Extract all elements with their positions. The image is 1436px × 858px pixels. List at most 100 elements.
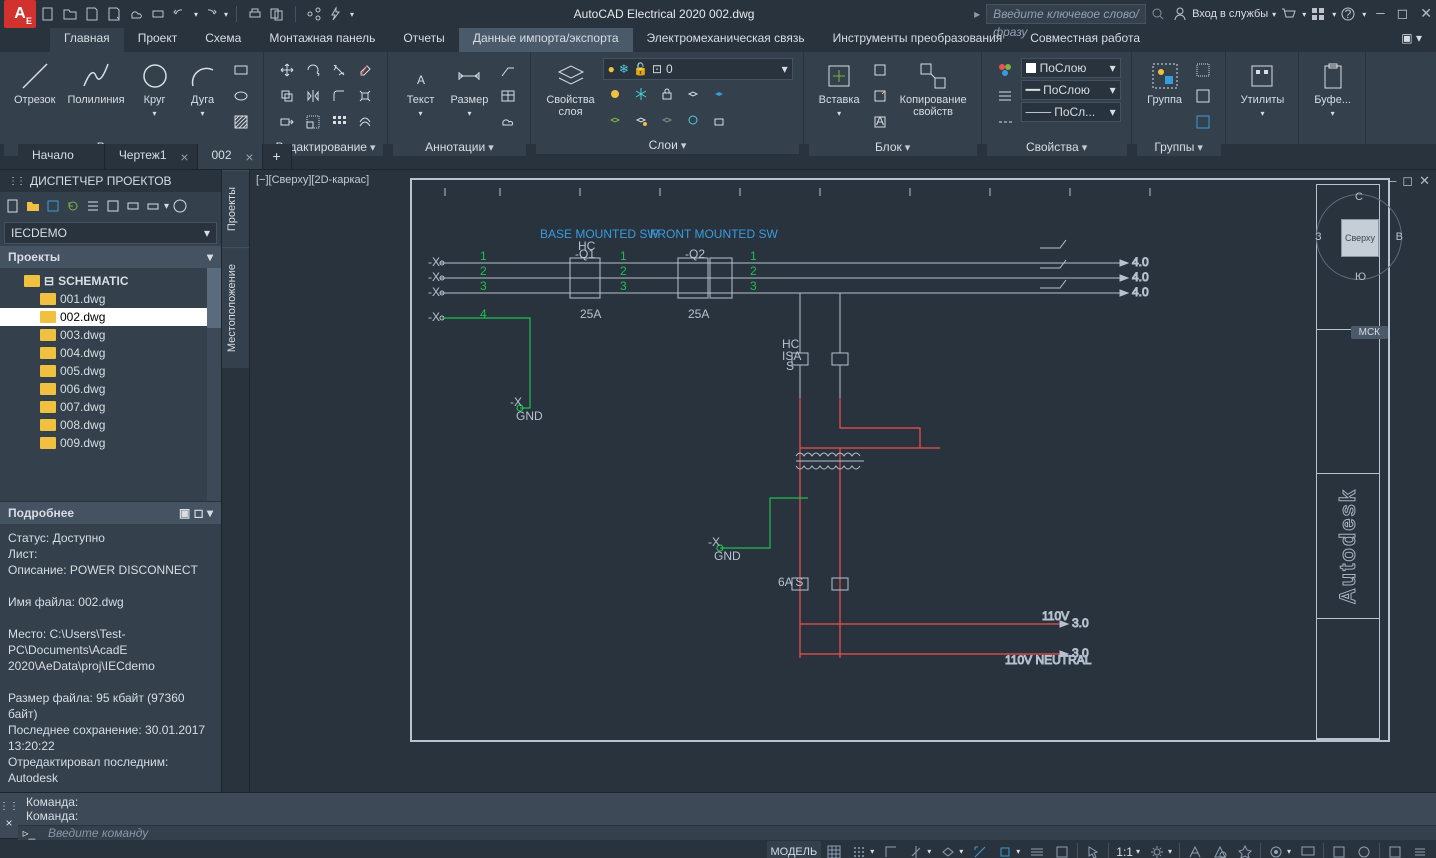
undo-dropdown[interactable]: ▾ [194,10,198,19]
panel-props-title[interactable]: Свойства ▾ [987,138,1127,156]
status-annoauto-icon[interactable] [1233,841,1257,858]
qat-share-icon[interactable] [304,4,324,24]
status-lwt-icon[interactable] [1025,841,1049,858]
signin-label[interactable]: Вход в службы [1192,8,1268,20]
user-icon[interactable] [1170,4,1190,24]
panel-groups-title[interactable]: Группы ▾ [1137,138,1221,156]
tab-convert[interactable]: Инструменты преобразования [819,28,1017,52]
search-icon[interactable] [1148,4,1168,24]
minimize-button[interactable]: — [1376,6,1384,23]
group-edit-icon[interactable] [1191,84,1215,108]
status-model[interactable]: МОДЕЛЬ [767,841,822,858]
sidetab-location[interactable]: Местоположение [222,247,249,368]
clipboard-button[interactable]: Буфе...▾ [1310,58,1355,122]
redo-dropdown[interactable]: ▾ [224,10,228,19]
tab-reports[interactable]: Отчеты [389,28,458,52]
qat-save-icon[interactable] [82,4,102,24]
viewport-label[interactable]: [−][Сверху][2D-каркас] [256,174,369,186]
pm-new-icon[interactable] [4,197,22,215]
pm-help-icon[interactable] [171,197,189,215]
sidetab-projects[interactable]: Проекты [222,170,249,247]
layer-state-icon[interactable] [629,108,653,132]
tab-collab[interactable]: Совместная работа [1016,28,1154,52]
close-button[interactable]: ✕ [1420,6,1432,23]
tree-file[interactable]: 003.dwg [0,326,221,344]
match-props-button[interactable]: Копирование свойств [896,58,971,120]
panel-layers-title[interactable]: Слои ▾ [536,136,798,154]
rect-icon[interactable] [229,58,253,82]
layer-iso-icon[interactable] [681,82,705,106]
ucs-badge[interactable]: МСК [1351,326,1388,339]
dimension-button[interactable]: Размер▾ [447,58,493,122]
tree-file[interactable]: 005.dwg [0,362,221,380]
qat-undo-icon[interactable] [170,4,190,24]
status-otrack-icon[interactable]: ▾ [993,841,1024,858]
qat-redo-icon[interactable] [200,4,220,24]
circle-button[interactable]: Круг▾ [133,58,177,122]
trim-icon[interactable] [327,58,351,82]
qat-plot-icon[interactable] [148,4,168,24]
command-handle[interactable]: ⋮⋮× [0,793,18,838]
status-grid-icon[interactable] [822,841,846,858]
block-create-icon[interactable] [868,58,892,82]
status-polar-icon[interactable]: ▾ [904,841,935,858]
viewcube-face[interactable]: Сверху [1341,219,1379,257]
cart-icon[interactable] [1278,4,1298,24]
projects-header[interactable]: Проекты▾ [0,246,221,268]
tab-schema[interactable]: Схема [191,28,255,52]
pm-refresh-icon[interactable] [44,197,62,215]
mirror-icon[interactable] [301,84,325,108]
stretch-icon[interactable] [275,110,299,134]
status-monitor-icon[interactable] [1296,841,1320,858]
tab-home[interactable]: Главная [50,28,124,52]
qat-open-icon[interactable] [60,4,80,24]
status-osnap-icon[interactable] [968,841,992,858]
explode-icon[interactable] [353,84,377,108]
layer-combo[interactable]: ●❄🔓⊡ 0▾ [603,58,793,80]
linetype-combo[interactable]: ─── ПоСл...▾ [1021,102,1121,122]
close-icon[interactable]: × [180,149,188,165]
line-button[interactable]: Отрезок [10,58,59,108]
status-workspace-icon[interactable]: ▾ [1264,841,1295,858]
qat-saveas-icon[interactable] [104,4,124,24]
ellipse-icon[interactable] [229,84,253,108]
polyline-button[interactable]: Полилиния [63,58,128,108]
hatch-icon[interactable] [229,110,253,134]
status-clean-icon[interactable] [1383,841,1407,858]
tab-drawing1[interactable]: Чертеж1× [105,144,198,169]
help-icon[interactable]: ? [1338,4,1358,24]
tab-panel[interactable]: Монтажная панель [255,28,389,52]
tab-add[interactable]: + [263,144,292,169]
pm-task-icon[interactable] [104,197,122,215]
tree-file[interactable]: 008.dwg [0,416,221,434]
layer-thaw-icon[interactable] [681,108,705,132]
layer-lock-icon[interactable] [655,82,679,106]
pm-list-icon[interactable] [84,197,102,215]
tab-import[interactable]: Данные импорта/экспорта [459,28,633,52]
panel-annot-title[interactable]: Аннотации ▾ [393,138,527,156]
status-scale[interactable]: 1:1▾ [1112,841,1144,858]
layer-match-icon[interactable] [707,82,731,106]
ribbon-options-icon[interactable]: ▣ ▾ [1387,28,1436,52]
viewport-min-icon[interactable]: — [1388,174,1396,189]
ungroup-icon[interactable] [1191,58,1215,82]
tree-file[interactable]: 006.dwg [0,380,221,398]
qat-cloud-icon[interactable] [126,4,146,24]
tree-file-selected[interactable]: 002.dwg [0,308,221,326]
arc-button[interactable]: Дуга▾ [181,58,225,122]
copy-icon[interactable] [275,84,299,108]
viewport-close-icon[interactable]: ✕ [1419,174,1430,189]
block-edit-icon[interactable] [868,84,892,108]
leader-icon[interactable] [496,58,520,82]
tree-folder[interactable]: ⊟SCHEMATIC [0,272,221,290]
tab-start[interactable]: Начало [18,144,105,169]
status-snap-icon[interactable]: ▾ [847,841,878,858]
layer-off-icon[interactable] [655,108,679,132]
tree-file[interactable]: 001.dwg [0,290,221,308]
status-transparency-icon[interactable] [1050,841,1074,858]
tree-file[interactable]: 009.dwg [0,434,221,452]
details-header[interactable]: Подробнее▣ ◻ ▾ [0,502,221,524]
utilities-button[interactable]: Утилиты▾ [1237,58,1289,122]
array-icon[interactable] [327,110,351,134]
qat-print-icon[interactable] [245,4,265,24]
